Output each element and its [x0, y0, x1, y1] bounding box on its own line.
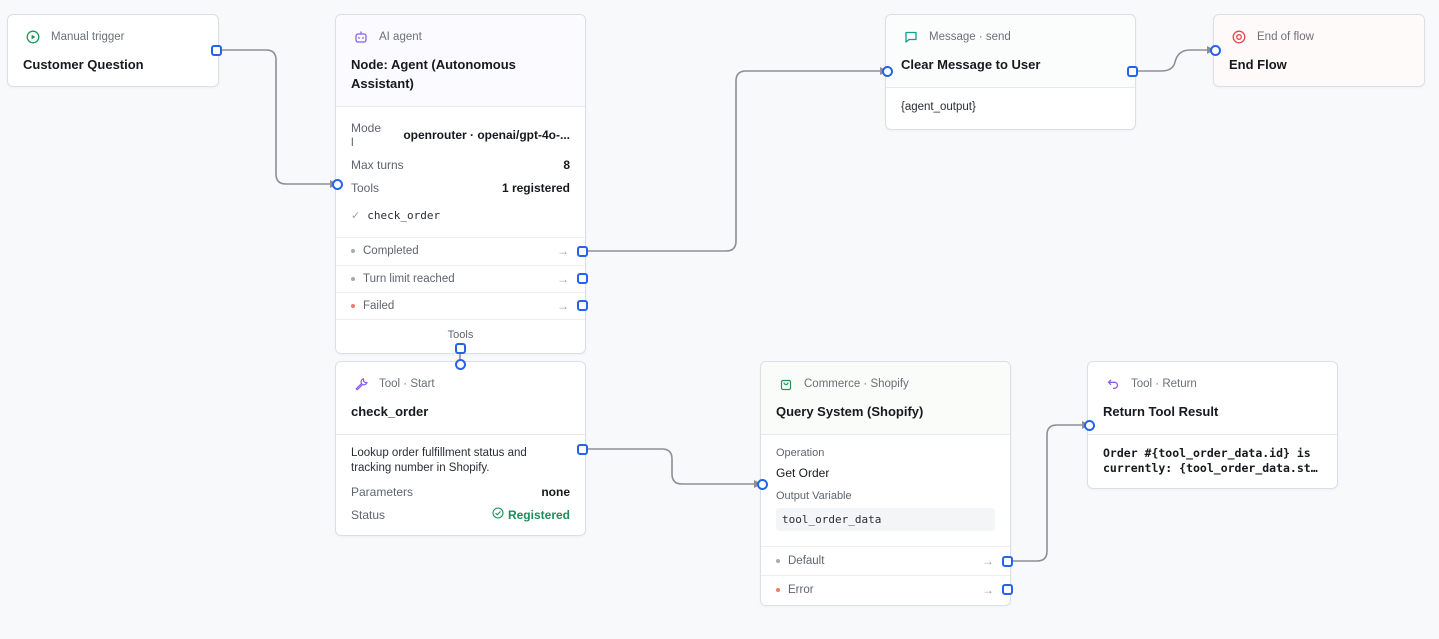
- stop-circle-icon: [1229, 27, 1249, 47]
- output-completed[interactable]: Completed →: [336, 237, 585, 264]
- tools-input-port[interactable]: [455, 359, 466, 370]
- node-title: Node: Agent (Autonomous Assistant): [351, 57, 516, 91]
- edges-layer: [216, 46, 1215, 562]
- output-label: Default: [788, 555, 825, 567]
- input-port[interactable]: [882, 66, 893, 77]
- operation-label: Operation: [776, 447, 825, 459]
- output-port[interactable]: [211, 45, 222, 56]
- model-value: openrouter · openai/gpt-4o-...: [403, 128, 570, 142]
- output-port[interactable]: [1127, 66, 1138, 77]
- arrow-right-icon: →: [982, 554, 994, 568]
- return-body-line: currently: {tool_order_data.st…: [1103, 461, 1318, 475]
- input-port[interactable]: [1210, 45, 1221, 56]
- input-port[interactable]: [332, 179, 343, 190]
- node-kind: Message · send: [929, 31, 1011, 43]
- output-port-completed[interactable]: [577, 246, 588, 257]
- params-label: Parameters: [351, 484, 414, 499]
- node-title: Query System (Shopify): [776, 404, 924, 419]
- edge-trigger-agent: [216, 49, 330, 185]
- node-kind: Manual trigger: [51, 31, 125, 43]
- node-title: Return Tool Result: [1103, 404, 1219, 419]
- status-dot: [776, 588, 780, 592]
- status-dot: [351, 304, 355, 308]
- status-label: Status: [351, 507, 386, 522]
- output-port-turn-limit[interactable]: [577, 273, 588, 284]
- output-port-default[interactable]: [1002, 556, 1013, 567]
- output-label: Error: [788, 584, 814, 596]
- message-body: {agent_output}: [901, 101, 976, 113]
- node-title: Customer Question: [23, 57, 144, 72]
- tools-label: Tools: [351, 181, 380, 195]
- input-port[interactable]: [757, 479, 768, 490]
- operation-value: Get Order: [776, 466, 830, 480]
- check-icon: ✓: [351, 209, 361, 222]
- params-value: none: [541, 484, 570, 499]
- return-body-line: Order #{tool_order_data.id} is: [1103, 446, 1311, 460]
- bot-icon: [351, 27, 371, 47]
- node-manual-trigger[interactable]: Manual trigger Customer Question: [7, 14, 222, 87]
- tools-port[interactable]: [455, 343, 466, 354]
- max-turns-value: 8: [563, 158, 570, 172]
- edge-agent-message: [583, 70, 880, 252]
- check-circle-icon: [492, 507, 504, 522]
- output-port-failed[interactable]: [577, 300, 588, 311]
- output-variable-label: Output Variable: [776, 490, 852, 502]
- node-title: End Flow: [1229, 57, 1287, 72]
- node-tool-start[interactable]: Tool · Start check_order Lookup order fu…: [335, 359, 588, 536]
- wrench-icon: [351, 374, 371, 394]
- status-dot: [351, 249, 355, 253]
- output-label: Completed: [363, 245, 419, 257]
- message-icon: [901, 27, 921, 47]
- arrow-right-icon: →: [557, 244, 569, 258]
- node-message-send[interactable]: Message · send Clear Message to User {ag…: [882, 14, 1138, 130]
- node-commerce-shopify[interactable]: Commerce · Shopify Query System (Shopify…: [757, 361, 1013, 606]
- node-title: Clear Message to User: [901, 57, 1041, 72]
- output-default[interactable]: Default →: [761, 546, 1010, 575]
- node-kind: Commerce · Shopify: [804, 378, 909, 390]
- tool-description: Lookup order fulfillment status and trac…: [351, 447, 527, 474]
- edge-shopify-return: [1007, 424, 1083, 562]
- return-arrow-icon: [1103, 374, 1123, 394]
- arrow-right-icon: →: [557, 272, 569, 286]
- status-dot: [776, 559, 780, 563]
- node-kind: Tool · Return: [1131, 378, 1197, 390]
- node-end-of-flow[interactable]: End of flow End Flow: [1210, 14, 1425, 87]
- input-port[interactable]: [1084, 420, 1095, 431]
- output-port-error[interactable]: [1002, 584, 1013, 595]
- tool-item: check_order: [367, 208, 441, 222]
- flow-canvas[interactable]: Manual trigger Customer Question AI agen…: [0, 0, 1439, 639]
- status-badge: Registered: [507, 507, 570, 522]
- node-kind: Tool · Start: [379, 378, 435, 390]
- output-turn-limit[interactable]: Turn limit reached →: [336, 265, 585, 292]
- output-label: Turn limit reached: [363, 273, 455, 285]
- output-failed[interactable]: Failed →: [336, 292, 585, 319]
- node-title: check_order: [351, 404, 429, 419]
- node-kind: AI agent: [379, 31, 422, 43]
- output-port[interactable]: [577, 444, 588, 455]
- node-kind: End of flow: [1257, 31, 1314, 43]
- edge-message-end: [1133, 49, 1208, 72]
- arrow-right-icon: →: [557, 299, 569, 313]
- output-error[interactable]: Error →: [761, 575, 1010, 604]
- shopping-bag-icon: [776, 374, 796, 394]
- edge-tool-shopify: [583, 448, 755, 485]
- max-turns-label: Max turns: [351, 158, 404, 172]
- play-circle-icon: [23, 27, 43, 47]
- model-label: Mode l: [351, 121, 382, 149]
- arrow-right-icon: →: [982, 583, 994, 597]
- output-label: Failed: [363, 300, 395, 312]
- tools-value: 1 registered: [501, 181, 570, 195]
- status-dot: [351, 277, 355, 281]
- node-tool-return[interactable]: Tool · Return Return Tool Result Order #…: [1084, 361, 1338, 489]
- output-variable-value: tool_order_data: [776, 508, 995, 531]
- node-ai-agent[interactable]: AI agent Node: Agent (Autonomous Assista…: [332, 14, 588, 354]
